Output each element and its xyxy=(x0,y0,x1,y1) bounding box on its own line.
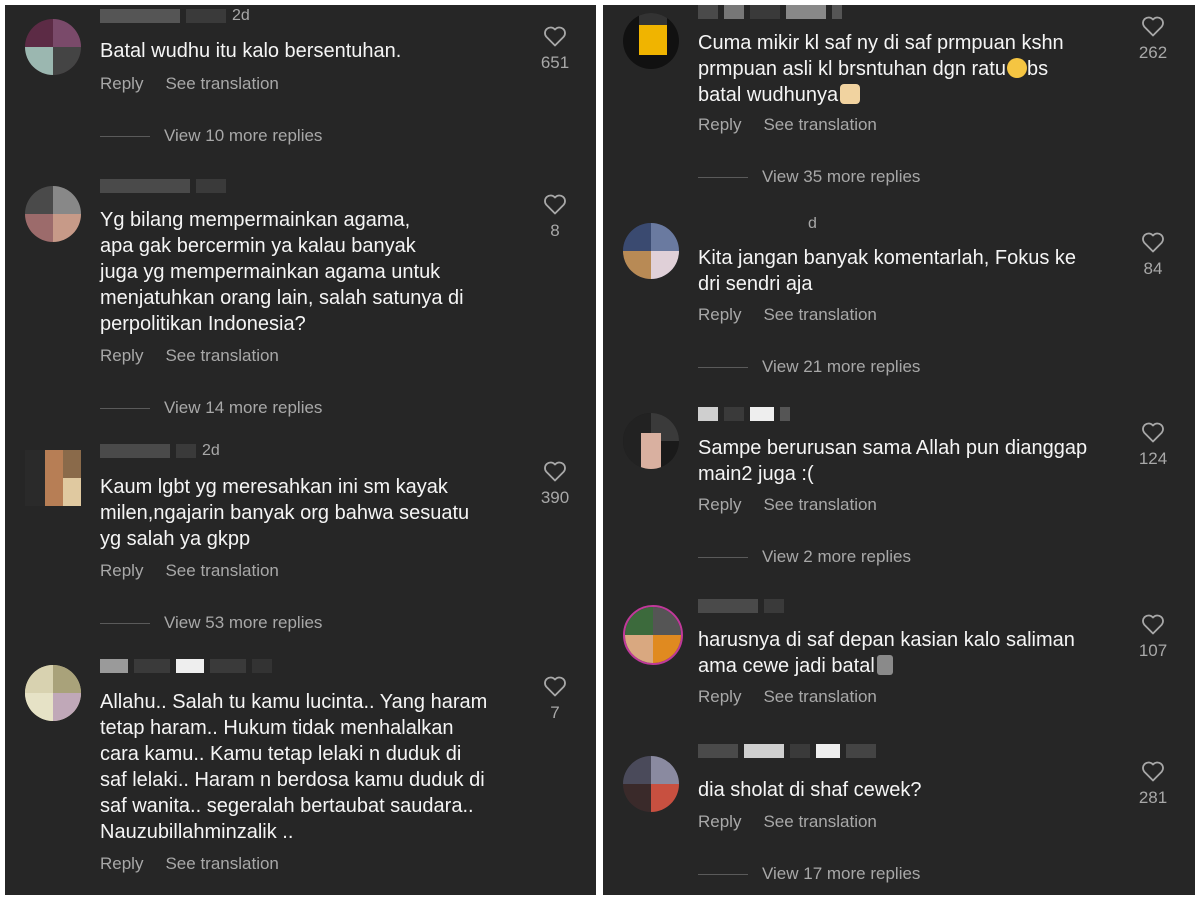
like-count: 84 xyxy=(1143,259,1163,278)
username-blurred[interactable] xyxy=(100,179,232,193)
comment-text: Sampe berurusan sama Allah pun dianggap … xyxy=(698,437,1088,485)
username-blurred[interactable]: 2d xyxy=(100,444,220,458)
like-count: 7 xyxy=(550,703,560,722)
like-button[interactable]: 84 xyxy=(1128,231,1178,279)
username-blurred[interactable]: 2d xyxy=(100,9,250,23)
divider-line xyxy=(100,407,150,409)
heart-outline-icon xyxy=(1142,232,1164,253)
reply-button[interactable]: Reply xyxy=(698,687,741,706)
avatar[interactable] xyxy=(623,223,679,279)
comment-text: Kaum lgbt yg meresahkan ini sm kayak mil… xyxy=(100,476,470,550)
view-more-replies[interactable]: View 14 more replies xyxy=(100,398,322,418)
username-blurred[interactable] xyxy=(698,5,848,19)
divider-line xyxy=(100,135,150,137)
username-blurred[interactable] xyxy=(698,407,796,421)
see-translation-button[interactable]: See translation xyxy=(763,687,876,706)
divider-line xyxy=(698,556,748,558)
comment-age: 2d xyxy=(232,9,250,23)
moai-emoji xyxy=(876,655,893,675)
username-blurred[interactable] xyxy=(698,599,790,613)
see-translation-button[interactable]: See translation xyxy=(763,305,876,324)
see-translation-button[interactable]: See translation xyxy=(165,854,278,873)
divider-line xyxy=(698,366,748,368)
reply-button[interactable]: Reply xyxy=(100,74,143,93)
avatar[interactable] xyxy=(623,756,679,812)
username-blurred[interactable] xyxy=(698,744,882,758)
see-translation-button[interactable]: See translation xyxy=(763,115,876,134)
heart-outline-icon xyxy=(1142,614,1164,635)
reply-button[interactable]: Reply xyxy=(100,854,143,873)
username-blurred[interactable] xyxy=(100,659,278,673)
view-more-replies[interactable]: View 21 more replies xyxy=(698,357,920,377)
see-translation-button[interactable]: See translation xyxy=(165,346,278,365)
like-count: 390 xyxy=(540,488,570,507)
avatar[interactable] xyxy=(25,665,81,721)
see-translation-button[interactable]: See translation xyxy=(165,74,278,93)
like-button[interactable]: 7 xyxy=(530,675,580,723)
heart-outline-icon xyxy=(544,194,566,215)
like-count: 281 xyxy=(1138,788,1168,807)
heart-outline-icon xyxy=(544,461,566,482)
comments-panel-left: 2d Batal wudhu itu kalo bersentuhan. Rep… xyxy=(5,5,596,895)
heart-outline-icon xyxy=(1142,761,1164,782)
comment-age: d xyxy=(808,217,817,231)
like-button[interactable]: 390 xyxy=(530,460,580,508)
divider-line xyxy=(698,873,748,875)
avatar[interactable] xyxy=(25,450,81,506)
comment-text: Kita jangan banyak komentarlah, Fokus ke… xyxy=(698,247,1076,295)
comment-text: dia sholat di shaf cewek? xyxy=(698,779,922,801)
comments-panel-right: Cuma mikir kl saf ny di saf prmpuan kshn… xyxy=(603,5,1195,895)
see-translation-button[interactable]: See translation xyxy=(763,495,876,514)
crying-face-emoji xyxy=(1006,58,1027,78)
like-button[interactable]: 8 xyxy=(530,193,580,241)
like-count: 107 xyxy=(1138,641,1168,660)
avatar[interactable] xyxy=(25,186,81,242)
heart-outline-icon xyxy=(544,26,566,47)
see-translation-button[interactable]: See translation xyxy=(165,561,278,580)
avatar[interactable] xyxy=(25,19,81,75)
avatar[interactable] xyxy=(623,605,683,665)
heart-outline-icon xyxy=(1142,16,1164,37)
like-count: 124 xyxy=(1138,449,1168,468)
comment-text: Yg bilang mempermainkan agama, apa gak b… xyxy=(100,209,464,335)
view-more-replies[interactable]: View 2 more replies xyxy=(698,547,911,567)
folded-hands-emoji xyxy=(840,84,861,104)
heart-outline-icon xyxy=(1142,422,1164,443)
comment-text: Batal wudhu itu kalo bersentuhan. xyxy=(100,40,402,62)
like-button[interactable]: 651 xyxy=(530,25,580,73)
comment-text: Cuma mikir kl saf ny di saf prmpuan kshn… xyxy=(698,32,1064,106)
like-button[interactable]: 281 xyxy=(1128,760,1178,808)
see-translation-button[interactable]: See translation xyxy=(763,812,876,831)
reply-button[interactable]: Reply xyxy=(698,495,741,514)
view-more-replies[interactable]: View 10 more replies xyxy=(100,126,322,146)
avatar[interactable] xyxy=(623,13,679,69)
reply-button[interactable]: Reply xyxy=(698,812,741,831)
reply-button[interactable]: Reply xyxy=(698,115,741,134)
like-count: 651 xyxy=(540,53,570,72)
reply-button[interactable]: Reply xyxy=(100,561,143,580)
like-count: 8 xyxy=(550,221,560,240)
heart-outline-icon xyxy=(544,676,566,697)
reply-button[interactable]: Reply xyxy=(100,346,143,365)
like-button[interactable]: 124 xyxy=(1128,421,1178,469)
divider-line xyxy=(698,176,748,178)
like-count: 262 xyxy=(1138,43,1168,62)
divider-line xyxy=(100,622,150,624)
comment-text: Allahu.. Salah tu kamu lucinta.. Yang ha… xyxy=(100,691,488,843)
like-button[interactable]: 107 xyxy=(1128,613,1178,661)
avatar[interactable] xyxy=(623,413,679,469)
view-more-replies[interactable]: View 53 more replies xyxy=(100,613,322,633)
comment-age: 2d xyxy=(202,444,220,458)
view-more-replies[interactable]: View 35 more replies xyxy=(698,167,920,187)
like-button[interactable]: 262 xyxy=(1128,15,1178,63)
reply-button[interactable]: Reply xyxy=(698,305,741,324)
comment-text: harusnya di saf depan kasian kalo salima… xyxy=(698,629,1075,677)
username-blurred[interactable]: d xyxy=(808,217,817,231)
view-more-replies[interactable]: View 17 more replies xyxy=(698,864,920,884)
